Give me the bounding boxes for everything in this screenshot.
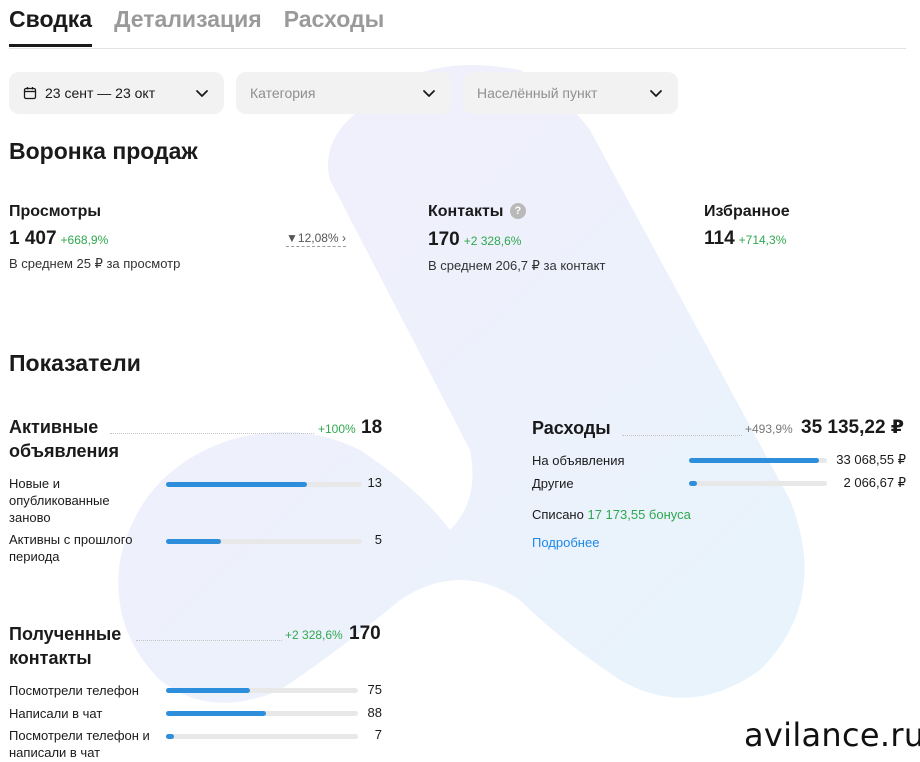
progress-fill xyxy=(166,482,308,487)
favorites-value: 114 xyxy=(704,228,735,249)
views-value: 1 407 xyxy=(9,228,57,249)
progress-fill xyxy=(689,481,698,486)
expenses-delta: +493,9% xyxy=(745,422,793,436)
written-off-value: 17 173,55 бонуса xyxy=(587,507,691,522)
conversion-value: 12,08% xyxy=(297,231,339,245)
progress-bar xyxy=(166,711,358,716)
favorites-value-row: 114 +714,3% xyxy=(704,228,786,250)
views-title: Просмотры xyxy=(9,203,102,220)
contacts-title: Контакты xyxy=(428,203,504,220)
written-off-label: Списано xyxy=(532,507,584,522)
contacts-row-value: 88 xyxy=(367,705,382,720)
received-contacts-title-line1: Полученные xyxy=(9,624,122,644)
views-avg: В среднем 25 ₽ за просмотр xyxy=(9,256,181,271)
active-ads-delta: +100% xyxy=(318,422,356,436)
contacts-row-label: Посмотрели телефон и написали в чат xyxy=(9,728,150,760)
expenses-title: Расходы xyxy=(532,418,611,438)
received-contacts-title: Полученные контакты xyxy=(9,622,121,670)
active-ads-title: Активные объявления xyxy=(9,415,119,463)
views-value-row: 1 407 +668,9% xyxy=(9,228,108,250)
progress-fill xyxy=(166,711,266,716)
contacts-value: 170 xyxy=(428,229,460,250)
received-contacts-delta: +2 328,6% xyxy=(285,628,343,642)
progress-fill xyxy=(166,688,251,693)
contacts-row-value: 75 xyxy=(367,682,382,697)
city-select[interactable]: Населённый пункт xyxy=(463,72,678,114)
tab-details[interactable]: Детализация xyxy=(114,6,262,47)
active-ads-total: 18 xyxy=(361,417,383,438)
contacts-delta: +2 328,6% xyxy=(463,234,522,248)
expenses-row-value: 33 068,55 ₽ xyxy=(836,452,906,467)
funnel-title: Воронка продаж xyxy=(9,138,198,164)
dotted-leader xyxy=(622,435,742,436)
contacts-title-row: Контакты ? xyxy=(428,203,526,221)
contacts-row-label: Написали в чат xyxy=(9,706,103,721)
progress-fill xyxy=(166,539,221,544)
active-ads-title-line2: объявления xyxy=(9,441,119,461)
category-select[interactable]: Категория xyxy=(236,72,451,114)
expenses-row-label: Другие xyxy=(532,476,574,491)
written-off: Списано 17 173,55 бонуса xyxy=(532,506,691,523)
date-range-value: 23 сент — 23 окт xyxy=(45,85,156,101)
tab-expenses[interactable]: Расходы xyxy=(284,6,385,47)
help-icon[interactable]: ? xyxy=(509,203,526,219)
contacts-value-row: 170 +2 328,6% xyxy=(428,229,521,251)
expenses-total: 35 135,22 ₽ xyxy=(801,417,905,438)
filter-funnel-icon: ▼ xyxy=(286,231,298,245)
contacts-avg: В среднем 206,7 ₽ за контакт xyxy=(428,258,606,273)
tab-summary[interactable]: Сводка xyxy=(9,6,93,47)
dotted-leader xyxy=(110,433,314,434)
views-delta: +668,9% xyxy=(60,233,109,247)
chevron-down-icon xyxy=(650,90,662,97)
dotted-leader xyxy=(136,640,282,641)
contacts-row-label: Посмотрели телефон xyxy=(9,683,139,698)
more-details-link[interactable]: Подробнее xyxy=(532,535,599,550)
active-ads-row-label: Активны с прошлого периода xyxy=(9,532,133,564)
calendar-icon xyxy=(23,87,37,100)
tabs: Сводка Детализация Расходы xyxy=(9,6,384,47)
active-ads-row-value: 5 xyxy=(374,532,382,547)
progress-bar xyxy=(166,539,362,544)
tabs-divider xyxy=(9,48,906,49)
received-contacts-title-line2: контакты xyxy=(9,648,92,668)
progress-bar xyxy=(166,734,358,739)
active-ads-row-label: Новые и опубликованные заново xyxy=(9,476,110,525)
active-ads-title-line1: Активные xyxy=(9,417,99,437)
chevron-down-icon xyxy=(196,90,208,97)
conversion-link[interactable]: ▼12,08% › xyxy=(286,231,346,247)
received-contacts-total: 170 xyxy=(349,623,381,644)
chevron-right-icon: › xyxy=(341,231,346,245)
city-placeholder: Населённый пункт xyxy=(477,85,598,101)
category-placeholder: Категория xyxy=(250,85,316,101)
expenses-row-label: На объявления xyxy=(532,453,625,468)
favorites-title: Избранное xyxy=(704,203,790,220)
date-range-select[interactable]: 23 сент — 23 окт xyxy=(9,72,224,114)
watermark-text: avilance.ru xyxy=(744,716,920,754)
contacts-row-value: 7 xyxy=(374,727,382,742)
favorites-delta: +714,3% xyxy=(738,233,787,247)
expenses-row-value: 2 066,67 ₽ xyxy=(843,475,907,490)
chevron-down-icon xyxy=(423,90,435,97)
progress-bar xyxy=(166,688,358,693)
progress-bar xyxy=(166,482,362,487)
active-ads-row-value: 13 xyxy=(367,475,382,490)
progress-fill xyxy=(166,734,174,739)
indicators-title: Показатели xyxy=(9,350,141,376)
